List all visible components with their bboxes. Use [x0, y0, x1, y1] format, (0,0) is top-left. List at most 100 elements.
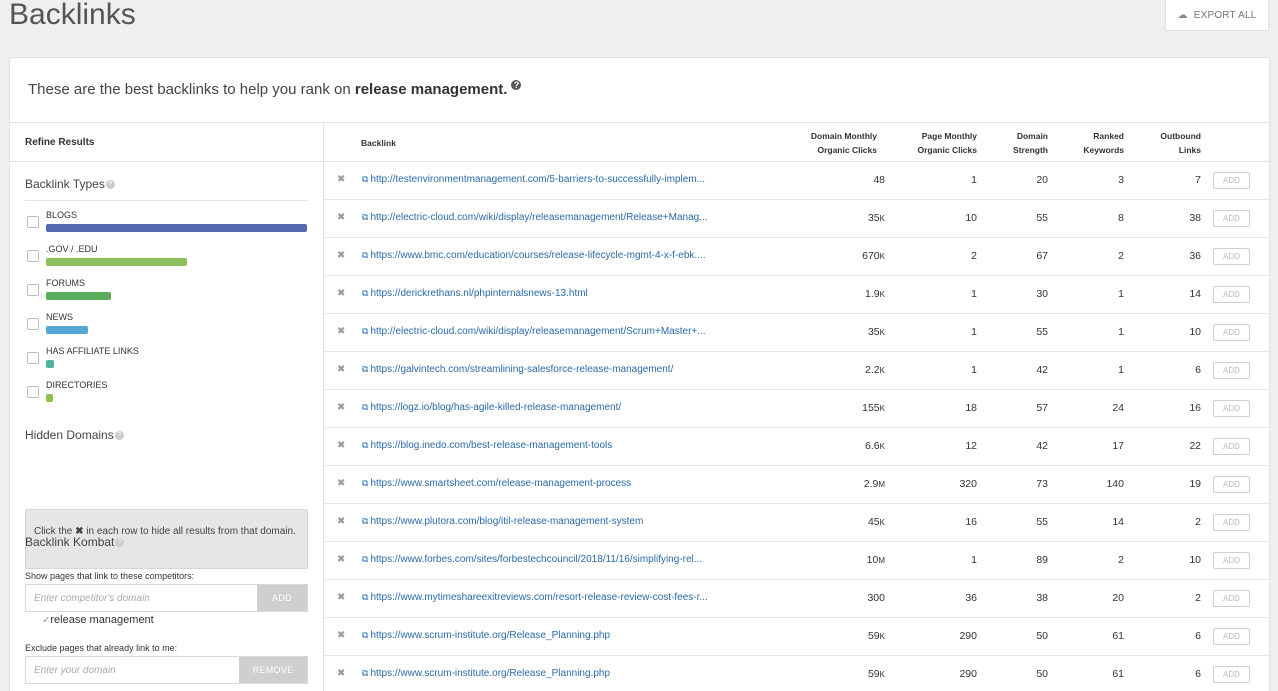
hide-domain-icon[interactable]: ✖ [337, 478, 345, 489]
question-icon[interactable]: ? [114, 431, 124, 441]
backlink-type-row[interactable]: DIRECTORIES [25, 380, 310, 410]
hide-domain-icon[interactable]: ✖ [337, 364, 345, 375]
add-row-button[interactable]: ADD [1213, 590, 1250, 607]
backlink-link[interactable]: ⧉ http://electric-cloud.com/wiki/display/… [362, 212, 708, 223]
hide-domain-icon[interactable]: ✖ [337, 554, 345, 565]
backlink-url: https://www.scrum-institute.org/Release_… [370, 668, 611, 679]
backlink-link[interactable]: ⧉ https://derickrethans.nl/phpinternalsne… [362, 288, 588, 299]
your-domain-input[interactable]: Enter your domain [34, 665, 116, 676]
export-all-button[interactable]: ☁ EXPORT ALL [1165, 0, 1269, 31]
add-row-button[interactable]: ADD [1213, 324, 1250, 341]
type-checkbox[interactable] [27, 352, 39, 364]
add-row-button[interactable]: ADD [1213, 362, 1250, 379]
col-domain-clicks-line2: Organic Clicks [817, 145, 877, 155]
intro-text: These are the best backlinks to help you… [28, 80, 522, 98]
type-bar [46, 326, 88, 334]
table-row: ✖ ⧉ https://www.smartsheet.com/release-man… [325, 466, 1271, 504]
add-row-button[interactable]: ADD [1213, 400, 1250, 417]
external-link-icon: ⧉ [362, 250, 369, 260]
col-outbound-links[interactable]: Outbound Links [1160, 129, 1201, 157]
type-checkbox[interactable] [27, 318, 39, 330]
domain-clicks-value: 59 [867, 630, 880, 642]
hide-domain-icon[interactable]: ✖ [337, 668, 345, 679]
domain-clicks-cell: 59K [868, 630, 885, 642]
page-clicks-cell: 18 [965, 402, 977, 414]
backlinks-table: Backlink Domain Monthly Organic Clicks Pa… [325, 123, 1271, 691]
col-backlink[interactable]: Backlink [361, 136, 396, 150]
hide-domain-icon[interactable]: ✖ [337, 174, 345, 185]
domain-strength-cell: 89 [1036, 554, 1048, 566]
outbound-links-cell: 6 [1195, 364, 1201, 376]
hide-domain-icon[interactable]: ✖ [337, 516, 345, 527]
add-row-button[interactable]: ADD [1213, 248, 1250, 265]
backlink-link[interactable]: ⧉ https://www.bmc.com/education/courses/r… [362, 250, 706, 261]
col-ranked-keywords[interactable]: Ranked Keywords [1083, 129, 1124, 157]
backlink-link[interactable]: ⧉ https://www.scrum-institute.org/Release… [362, 668, 610, 679]
type-bar [46, 360, 54, 368]
backlink-type-row[interactable]: NEWS [25, 312, 310, 342]
type-checkbox[interactable] [27, 250, 39, 262]
backlink-type-row[interactable]: HAS AFFILIATE LINKS [25, 346, 310, 376]
backlink-type-row[interactable]: .GOV / .EDU [25, 244, 310, 274]
outbound-links-cell: 6 [1195, 630, 1201, 642]
type-checkbox[interactable] [27, 216, 39, 228]
type-checkbox[interactable] [27, 284, 39, 296]
page-clicks-cell: 1 [971, 364, 977, 376]
backlink-link[interactable]: ⧉ https://galvintech.com/streamlining-sal… [362, 364, 673, 375]
external-link-icon: ⧉ [362, 516, 369, 526]
backlink-link[interactable]: ⧉ https://blog.inedo.com/best-release-man… [362, 440, 612, 451]
hide-domain-icon[interactable]: ✖ [337, 326, 345, 337]
add-row-button[interactable]: ADD [1213, 210, 1250, 227]
hide-domain-icon[interactable]: ✖ [337, 250, 345, 261]
backlink-link[interactable]: ⧉ https://www.mytimeshareexitreviews.com/… [362, 592, 708, 603]
backlink-link[interactable]: ⧉ https://www.plutora.com/blog/itil-relea… [362, 516, 643, 527]
add-row-button[interactable]: ADD [1213, 476, 1250, 493]
backlink-link[interactable]: ⧉ http://electric-cloud.com/wiki/display/… [362, 326, 706, 337]
add-row-button[interactable]: ADD [1213, 666, 1250, 683]
col-domain-strength[interactable]: Domain Strength [1013, 129, 1048, 157]
backlink-link[interactable]: ⧉ https://logz.io/blog/has-agile-killed-r… [362, 402, 621, 413]
competitor-domain-input[interactable]: Enter competitor's domain [34, 593, 150, 604]
domain-clicks-unit: K [879, 214, 885, 223]
intro-keyword: release management. [354, 81, 508, 98]
external-link-icon: ⧉ [362, 668, 369, 678]
domain-clicks-unit: K [879, 670, 885, 679]
outbound-links-cell: 38 [1189, 212, 1201, 224]
table-row: ✖ ⧉ http://testenvironmentmanagement.com/5… [325, 162, 1271, 200]
type-checkbox[interactable] [27, 386, 39, 398]
add-competitor-button[interactable]: ADD [257, 585, 307, 611]
domain-clicks-unit: K [879, 366, 885, 375]
backlink-link[interactable]: ⧉ https://www.forbes.com/sites/forbestech… [362, 554, 702, 565]
hide-domain-icon[interactable]: ✖ [337, 288, 345, 299]
hide-domain-icon[interactable]: ✖ [337, 592, 345, 603]
domain-clicks-cell: 2.9M [864, 478, 885, 490]
add-row-button[interactable]: ADD [1213, 514, 1250, 531]
add-row-button[interactable]: ADD [1213, 438, 1250, 455]
backlink-type-row[interactable]: BLOGS [25, 210, 310, 240]
backlink-link[interactable]: ⧉ https://www.smartsheet.com/release-mana… [362, 478, 631, 489]
hide-domain-icon[interactable]: ✖ [337, 212, 345, 223]
add-row-button[interactable]: ADD [1213, 628, 1250, 645]
col-domain-clicks[interactable]: Domain Monthly Organic Clicks [811, 129, 877, 157]
question-icon[interactable]: ? [115, 538, 125, 548]
hide-domain-icon[interactable]: ✖ [337, 630, 345, 641]
hide-domain-icon[interactable]: ✖ [337, 440, 345, 451]
add-row-button[interactable]: ADD [1213, 552, 1250, 569]
table-row: ✖ ⧉ https://derickrethans.nl/phpinternalsn… [325, 276, 1271, 314]
col-ranked-line2: Keywords [1083, 145, 1124, 155]
backlink-link[interactable]: ⧉ https://www.scrum-institute.org/Release… [362, 630, 610, 641]
backlink-type-row[interactable]: FORUMS [25, 278, 310, 308]
add-row-button[interactable]: ADD [1213, 286, 1250, 303]
col-page-clicks[interactable]: Page Monthly Organic Clicks [917, 129, 977, 157]
hide-domain-icon[interactable]: ✖ [337, 402, 345, 413]
outbound-links-cell: 22 [1189, 440, 1201, 452]
type-label: BLOGS [46, 210, 78, 220]
export-all-label: EXPORT ALL [1193, 9, 1257, 21]
question-icon[interactable]: ? [105, 180, 115, 190]
help-icon[interactable]: ? [511, 80, 522, 90]
add-row-button[interactable]: ADD [1213, 172, 1250, 189]
backlink-link[interactable]: ⧉ http://testenvironmentmanagement.com/5-… [362, 174, 705, 185]
remove-button[interactable]: REMOVE [239, 657, 307, 683]
domain-clicks-value: 155 [862, 402, 880, 414]
domain-clicks-value: 45 [867, 516, 880, 528]
